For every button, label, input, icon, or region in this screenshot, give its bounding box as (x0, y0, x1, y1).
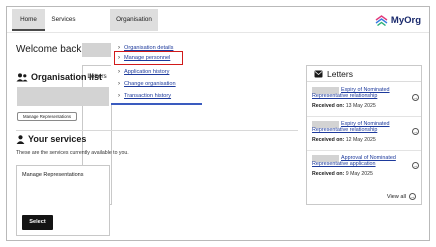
your-services-title: Your services (28, 134, 87, 144)
received-date-value: 12 May 2025 (345, 137, 376, 143)
received-label: Received on: (312, 103, 345, 109)
nav-tab-organisation[interactable]: Organisation (110, 9, 158, 31)
received-date-value: 9 May 2025 (345, 171, 373, 177)
menu-item-change-organisation[interactable]: › Change organisation (118, 79, 176, 89)
letter-link-text[interactable]: Expiry of Nominated Representative relat… (312, 87, 390, 99)
letter-link[interactable]: Expiry of Nominated Representative relat… (312, 87, 410, 100)
received-date-value: 13 May 2025 (345, 103, 376, 109)
top-navigation: Home Services Letters Organisation MyOrg (7, 7, 429, 205)
letters-title: Letters (327, 68, 353, 79)
view-all-link[interactable]: View all → (387, 193, 416, 200)
arrow-right-circle-icon[interactable]: → (412, 94, 419, 101)
myorg-logo-icon (375, 14, 388, 26)
menu-item-label[interactable]: Change organisation (124, 81, 176, 87)
app-window: Home Services Letters Organisation MyOrg… (6, 6, 430, 241)
services-description: These are the services currently availab… (16, 150, 129, 156)
service-card: Manage Representations Select (16, 165, 110, 236)
organisation-list-heading: Organisation list (16, 72, 102, 82)
view-all-label[interactable]: View all (387, 194, 406, 200)
letters-panel: Letters Expiry of Nominated Representati… (306, 65, 422, 205)
menu-item-label[interactable]: Manage personnel (124, 55, 170, 61)
your-services-heading: Your services (16, 134, 86, 144)
nav-tab-home[interactable]: Home (12, 9, 45, 31)
letter-item[interactable]: Expiry of Nominated Representative relat… (312, 86, 420, 114)
letter-separator (307, 116, 421, 117)
arrow-right-circle-icon[interactable]: → (412, 162, 419, 169)
letter-received-date: Received on: 9 May 2025 (312, 171, 373, 177)
letter-link[interactable]: Expiry of Nominated Representative relat… (312, 121, 410, 134)
letter-received-date: Received on: 13 May 2025 (312, 103, 376, 109)
menu-item-manage-personnel[interactable]: › Manage personnel (118, 53, 170, 63)
letter-item[interactable]: Expiry of Nominated Representative relat… (312, 120, 420, 148)
organisation-dropdown-menu: › Organisation details › Manage personnel … (111, 33, 202, 105)
redacted-username (82, 43, 112, 57)
letter-received-date: Received on: 12 May 2025 (312, 137, 376, 143)
users-icon (16, 72, 28, 81)
service-card-title: Manage Representations (22, 172, 84, 178)
letter-link-text[interactable]: Expiry of Nominated Representative relat… (312, 121, 390, 133)
letter-item[interactable]: Approval of Nominated Representative app… (312, 154, 420, 182)
manage-representations-button[interactable]: Manage Representations (17, 112, 77, 121)
select-button[interactable]: Select (22, 215, 53, 230)
menu-item-application-history[interactable]: › Application history (118, 67, 169, 77)
letter-link[interactable]: Approval of Nominated Representative app… (312, 155, 410, 168)
redacted-organisation (17, 87, 109, 106)
letters-header: Letters (307, 66, 421, 82)
arrow-right-circle-icon: → (409, 193, 416, 200)
brand-name: MyOrg (390, 14, 421, 26)
letter-separator (307, 150, 421, 151)
arrow-right-circle-icon[interactable]: → (412, 128, 419, 135)
received-label: Received on: (312, 171, 345, 177)
brand-logo[interactable]: MyOrg (375, 13, 421, 27)
nav-tab-services[interactable]: Services (47, 9, 80, 31)
envelope-icon (314, 70, 323, 77)
menu-item-label[interactable]: Transaction history (124, 93, 171, 99)
section-divider (16, 130, 298, 131)
menu-item-transaction-history[interactable]: › Transaction history (118, 91, 171, 101)
organisation-list-title: Organisation list (31, 72, 103, 82)
received-label: Received on: (312, 137, 345, 143)
person-icon (16, 134, 25, 144)
letter-link-text[interactable]: Approval of Nominated Representative app… (312, 155, 396, 167)
welcome-heading: Welcome back (16, 44, 82, 55)
menu-item-label[interactable]: Application history (124, 69, 169, 75)
